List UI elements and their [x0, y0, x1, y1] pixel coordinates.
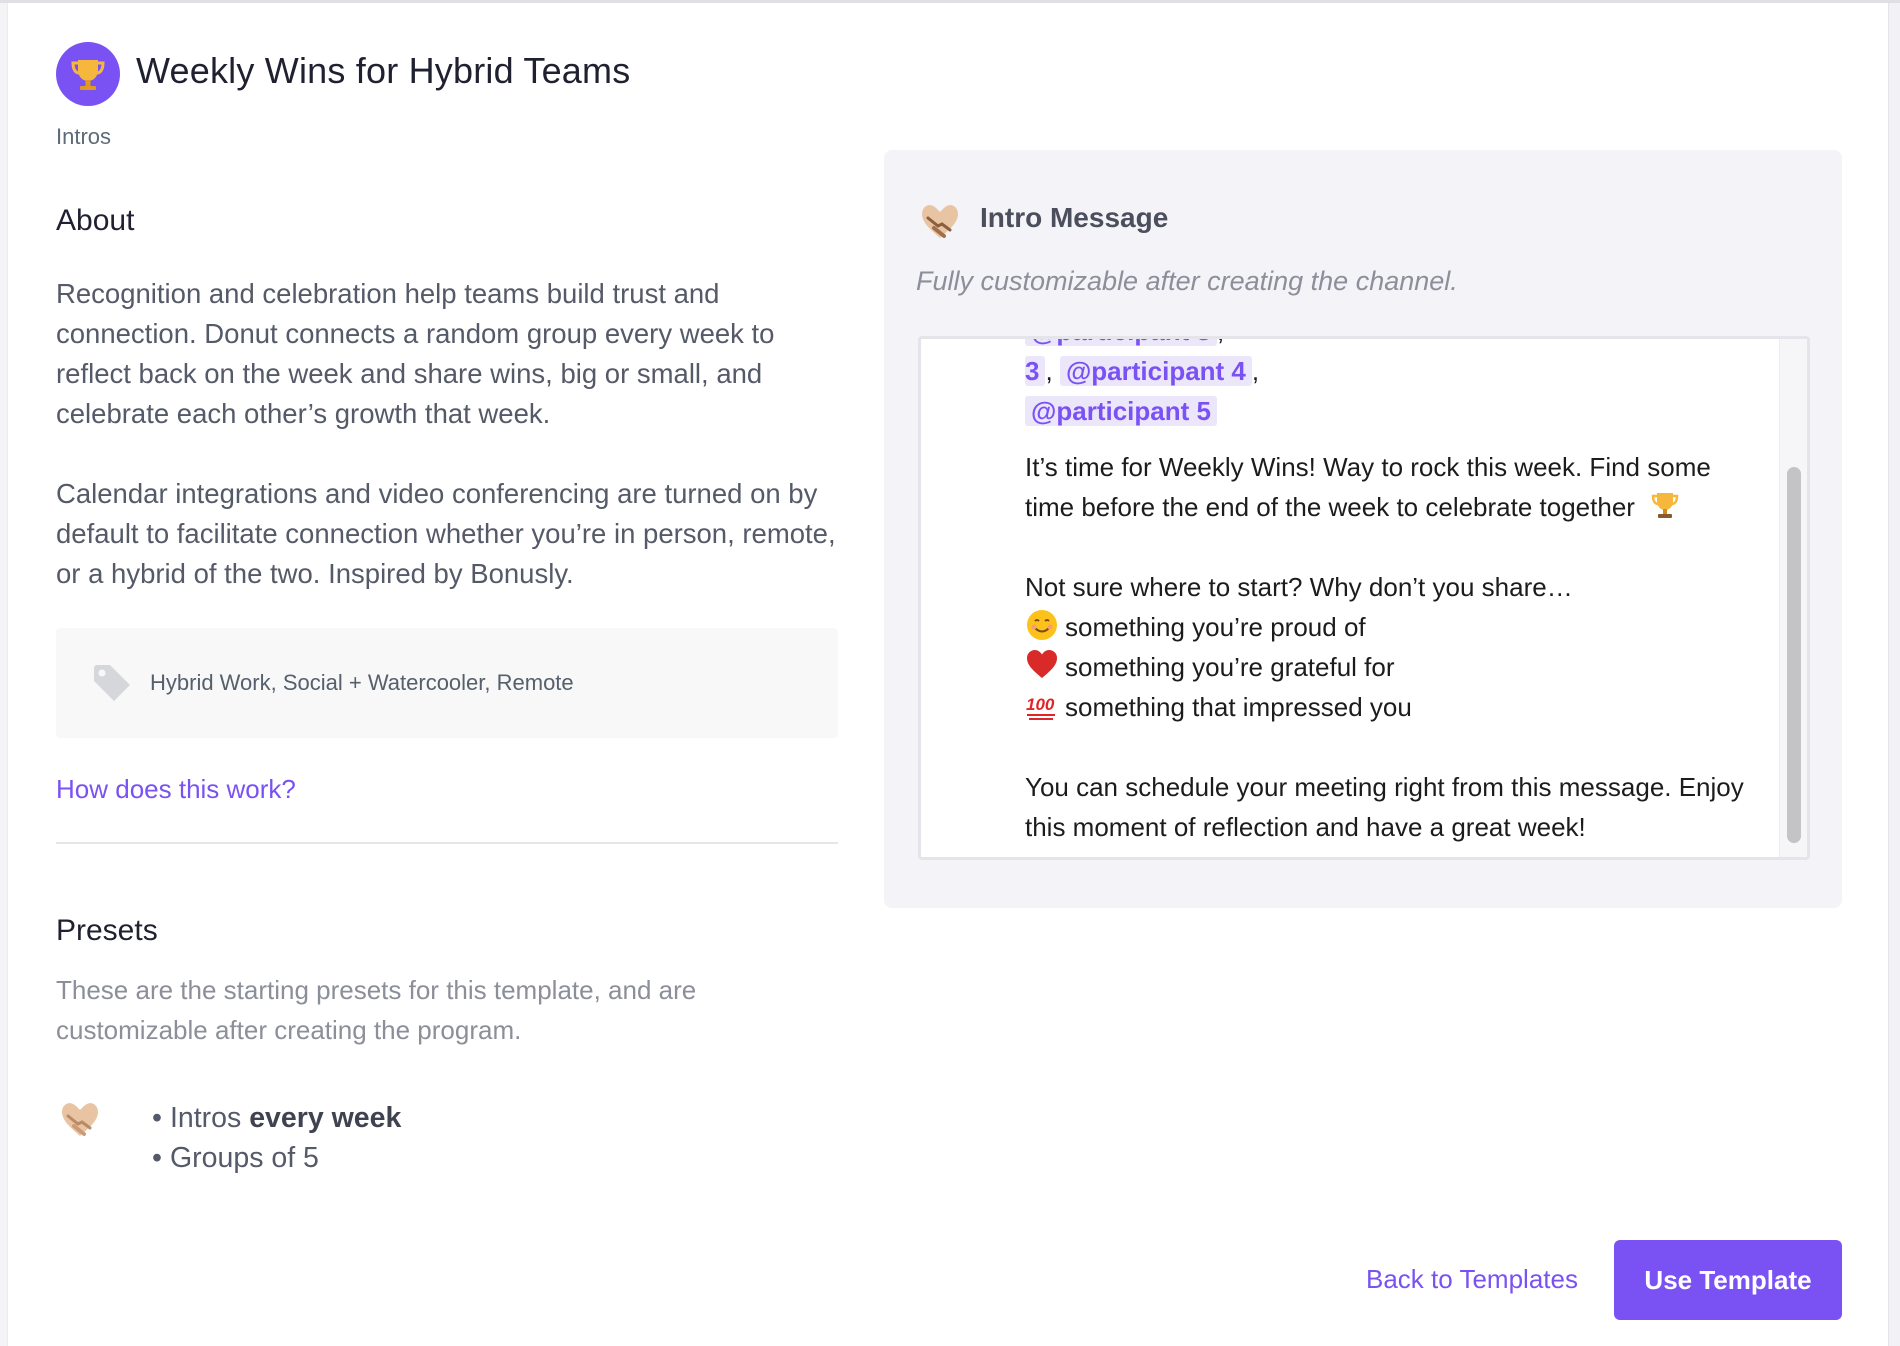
svg-text:100: 100 — [1026, 695, 1055, 714]
intro-message-title: Intro Message — [980, 202, 1169, 233]
page-title: Weekly Wins for Hybrid Teams — [136, 50, 631, 91]
tags-box: Hybrid Work, Social + Watercooler, Remot… — [56, 628, 838, 738]
red-heart-icon — [1027, 650, 1057, 678]
tag-icon — [94, 665, 130, 701]
page-scrollbar[interactable] — [1888, 3, 1900, 1346]
message-prompt: Not sure where to start? Why don’t you s… — [1025, 572, 1573, 602]
tags-list: Hybrid Work, Social + Watercooler, Remot… — [150, 670, 574, 695]
preset-group-size: Groups of 5 — [152, 1138, 401, 1178]
about-description: Recognition and celebration help teams b… — [56, 274, 846, 594]
message-list-item: something you’re proud of — [1025, 607, 1745, 647]
smiling-face-icon — [1027, 610, 1057, 640]
mention-participant-3: 3 — [1025, 356, 1046, 386]
mention-participant-5: @participant 5 — [1025, 396, 1217, 426]
handshake-icon — [922, 205, 958, 238]
message-scrollbar[interactable] — [1779, 339, 1807, 857]
template-detail-page: Weekly Wins for Hybrid Teams Intros Abou… — [0, 0, 1900, 1346]
template-category: Intros — [56, 124, 112, 149]
about-paragraph-1: Recognition and celebration help teams b… — [56, 278, 775, 429]
message-scrollbar-thumb[interactable] — [1787, 467, 1801, 843]
message-closing: You can schedule your meeting right from… — [1025, 772, 1744, 802]
about-heading: About — [56, 204, 135, 237]
mention-participant-4: @participant 4 — [1059, 356, 1252, 386]
presets-list: Intros every week Groups of 5 — [152, 1098, 401, 1178]
message-line: It’s time for Weekly Wins! Way to rock t… — [1025, 452, 1711, 482]
message-line: time before the end of the week to celeb… — [1025, 487, 1745, 527]
use-template-button[interactable]: Use Template — [1614, 1240, 1842, 1320]
message-body: @participant 3, 3, @participant 4, @part… — [1025, 339, 1745, 847]
mention-participant-partial: @participant 3 — [1025, 339, 1217, 346]
presets-heading: Presets — [56, 914, 158, 947]
intro-message-note: Fully customizable after creating the ch… — [916, 266, 1458, 296]
mention-row-partial: @participant 3, — [1025, 339, 1745, 351]
mention-row-5: @participant 5 — [1025, 391, 1745, 431]
mention-row-3-4: 3, @participant 4, — [1025, 356, 1260, 386]
trophy-icon — [1651, 493, 1679, 518]
intro-message-panel: Intro Message Fully customizable after c… — [884, 150, 1842, 908]
left-rail — [0, 3, 8, 1346]
message-list-item: 100 something that impressed you — [1025, 687, 1745, 727]
back-to-templates-link[interactable]: Back to Templates — [1366, 1264, 1578, 1295]
message-preview[interactable]: @participant 3, 3, @participant 4, @part… — [918, 336, 1810, 860]
section-divider — [56, 842, 838, 844]
how-does-this-work-link[interactable]: How does this work? — [56, 774, 296, 805]
trophy-icon — [56, 42, 120, 106]
top-border — [0, 0, 1900, 3]
message-list-item: something you’re grateful for — [1025, 647, 1745, 687]
handshake-icon — [62, 1103, 98, 1136]
about-paragraph-2: Calendar integrations and video conferen… — [56, 478, 836, 589]
presets-description: These are the starting presets for this … — [56, 975, 697, 1045]
hundred-points-icon: 100 — [1026, 695, 1055, 720]
preset-frequency-value: every week — [249, 1102, 402, 1134]
preset-frequency: Intros every week — [152, 1098, 401, 1138]
message-closing: this moment of reflection and have a gre… — [1025, 812, 1586, 842]
